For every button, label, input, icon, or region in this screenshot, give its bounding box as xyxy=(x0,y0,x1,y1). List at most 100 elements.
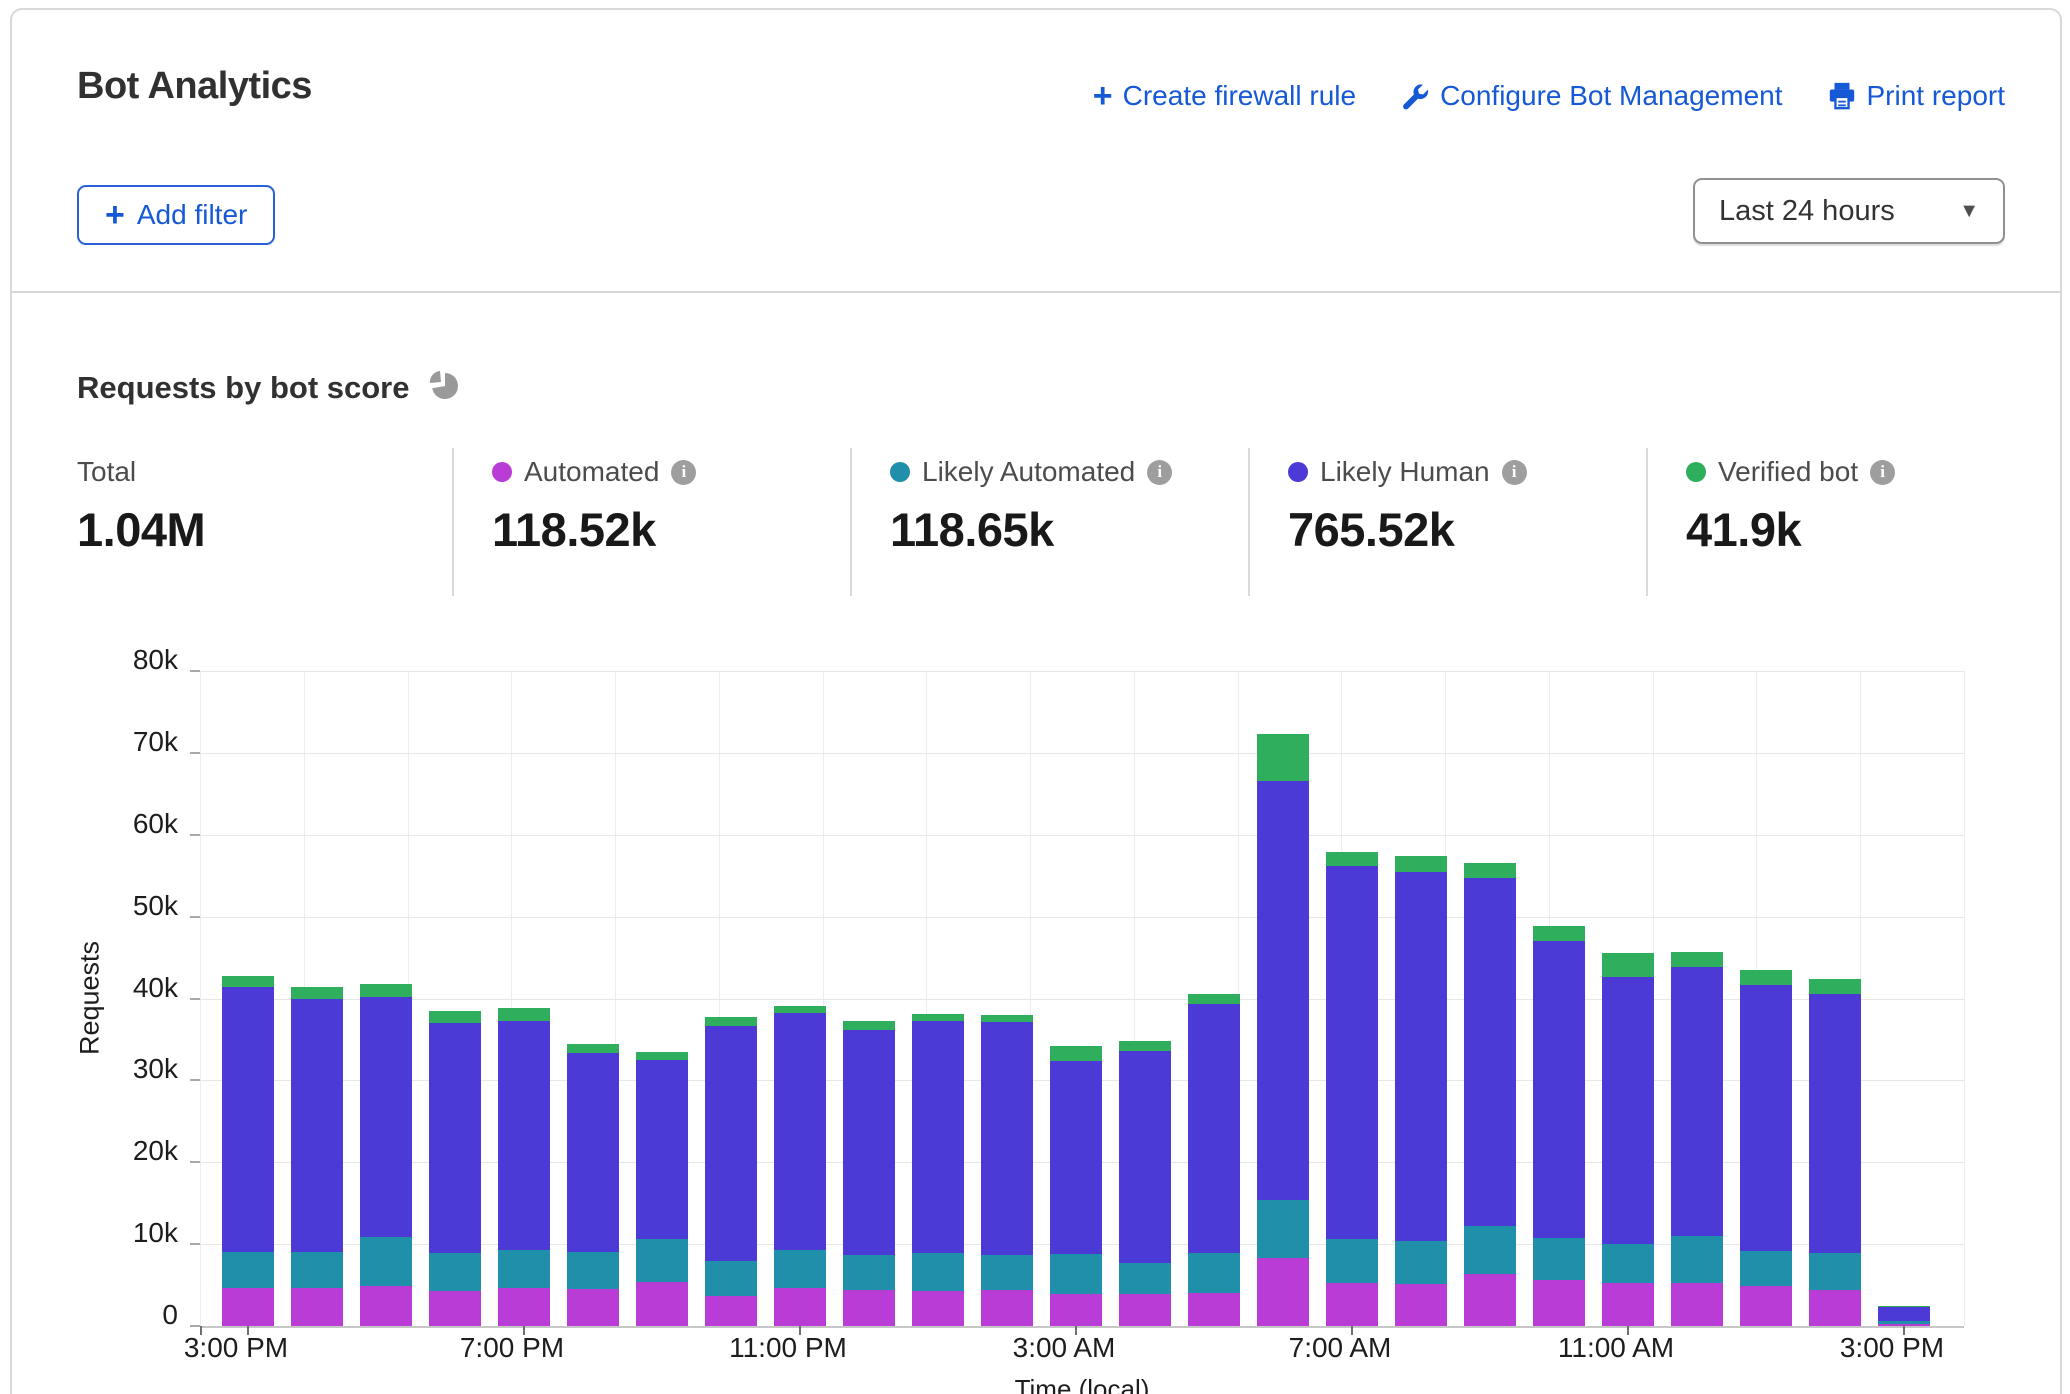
bar-segment-likely-automated[interactable] xyxy=(1050,1254,1102,1294)
bar-segment-likely-human[interactable] xyxy=(774,1013,826,1250)
bar-segment-verified-bot[interactable] xyxy=(1878,1306,1930,1308)
bar-segment-automated[interactable] xyxy=(429,1291,481,1326)
bar-segment-verified-bot[interactable] xyxy=(1326,852,1378,866)
bar-segment-likely-automated[interactable] xyxy=(1188,1253,1240,1293)
bar-segment-automated[interactable] xyxy=(843,1290,895,1326)
bar-segment-automated[interactable] xyxy=(912,1291,964,1326)
bar-segment-verified-bot[interactable] xyxy=(291,987,343,999)
bar-segment-likely-automated[interactable] xyxy=(429,1253,481,1291)
bar-segment-likely-automated[interactable] xyxy=(360,1237,412,1286)
bar-segment-automated[interactable] xyxy=(1188,1293,1240,1326)
bar-segment-likely-human[interactable] xyxy=(429,1023,481,1253)
info-icon[interactable]: i xyxy=(671,460,696,485)
bar-segment-verified-bot[interactable] xyxy=(567,1044,619,1053)
info-icon[interactable]: i xyxy=(1502,460,1527,485)
bar-segment-likely-automated[interactable] xyxy=(1257,1200,1309,1258)
bar-segment-likely-automated[interactable] xyxy=(567,1252,619,1289)
bar-segment-likely-human[interactable] xyxy=(1809,994,1861,1253)
bar-segment-verified-bot[interactable] xyxy=(1809,979,1861,995)
add-filter-button[interactable]: + Add filter xyxy=(77,185,275,245)
configure-bot-management-link[interactable]: Configure Bot Management xyxy=(1400,80,1782,112)
bar-segment-likely-automated[interactable] xyxy=(291,1252,343,1289)
bar-segment-likely-automated[interactable] xyxy=(1671,1236,1723,1283)
bar-segment-verified-bot[interactable] xyxy=(1119,1041,1171,1051)
bar-segment-likely-human[interactable] xyxy=(291,999,343,1251)
bar-segment-likely-human[interactable] xyxy=(360,997,412,1237)
bar-segment-likely-automated[interactable] xyxy=(981,1255,1033,1290)
bar-segment-likely-human[interactable] xyxy=(1533,941,1585,1238)
bar-segment-likely-human[interactable] xyxy=(1740,985,1792,1251)
bar-segment-automated[interactable] xyxy=(1326,1283,1378,1326)
bar-segment-automated[interactable] xyxy=(1050,1294,1102,1326)
bar-segment-verified-bot[interactable] xyxy=(429,1011,481,1023)
bar-segment-automated[interactable] xyxy=(1533,1280,1585,1326)
bar-segment-likely-automated[interactable] xyxy=(1464,1226,1516,1274)
bar-segment-likely-human[interactable] xyxy=(1671,967,1723,1236)
bar-segment-verified-bot[interactable] xyxy=(1671,952,1723,967)
bar-segment-likely-human[interactable] xyxy=(222,987,274,1251)
bar-segment-likely-human[interactable] xyxy=(1464,878,1516,1226)
create-firewall-rule-link[interactable]: + Create firewall rule xyxy=(1093,80,1356,112)
bar-segment-likely-human[interactable] xyxy=(567,1053,619,1252)
bar-segment-likely-automated[interactable] xyxy=(636,1239,688,1282)
bar-segment-verified-bot[interactable] xyxy=(1602,953,1654,977)
bar-segment-likely-human[interactable] xyxy=(636,1060,688,1239)
bar-segment-likely-automated[interactable] xyxy=(1878,1321,1930,1323)
bar-segment-verified-bot[interactable] xyxy=(1533,926,1585,942)
print-report-link[interactable]: Print report xyxy=(1827,80,2006,112)
bar-segment-verified-bot[interactable] xyxy=(705,1017,757,1027)
bar-segment-verified-bot[interactable] xyxy=(1464,863,1516,878)
bar-segment-likely-automated[interactable] xyxy=(1740,1251,1792,1286)
bar-segment-likely-human[interactable] xyxy=(981,1022,1033,1255)
bar-segment-verified-bot[interactable] xyxy=(498,1008,550,1021)
bar-segment-likely-automated[interactable] xyxy=(843,1255,895,1290)
bar-segment-verified-bot[interactable] xyxy=(1395,856,1447,872)
bar-segment-verified-bot[interactable] xyxy=(774,1006,826,1013)
bar-segment-likely-automated[interactable] xyxy=(705,1261,757,1295)
bar-segment-likely-automated[interactable] xyxy=(1119,1263,1171,1294)
bar-segment-automated[interactable] xyxy=(1395,1284,1447,1326)
info-icon[interactable]: i xyxy=(1147,460,1172,485)
bar-segment-likely-automated[interactable] xyxy=(774,1250,826,1288)
bar-segment-verified-bot[interactable] xyxy=(1740,970,1792,985)
bar-segment-likely-human[interactable] xyxy=(1602,977,1654,1244)
bar-segment-verified-bot[interactable] xyxy=(1188,994,1240,1005)
bar-segment-automated[interactable] xyxy=(222,1288,274,1326)
bar-segment-automated[interactable] xyxy=(1602,1283,1654,1326)
bar-segment-likely-automated[interactable] xyxy=(1809,1253,1861,1290)
bar-segment-automated[interactable] xyxy=(291,1288,343,1326)
bar-segment-automated[interactable] xyxy=(1740,1286,1792,1326)
bar-segment-automated[interactable] xyxy=(1464,1274,1516,1326)
bar-segment-verified-bot[interactable] xyxy=(912,1014,964,1021)
bar-segment-likely-automated[interactable] xyxy=(498,1250,550,1288)
bar-segment-likely-human[interactable] xyxy=(1119,1051,1171,1263)
bar-segment-verified-bot[interactable] xyxy=(1257,734,1309,781)
bar-segment-likely-automated[interactable] xyxy=(1602,1244,1654,1282)
bar-segment-automated[interactable] xyxy=(1809,1290,1861,1326)
bar-segment-likely-automated[interactable] xyxy=(1533,1238,1585,1280)
bar-segment-verified-bot[interactable] xyxy=(1050,1046,1102,1061)
bar-segment-automated[interactable] xyxy=(981,1290,1033,1326)
time-range-select[interactable]: Last 24 hours ▼ xyxy=(1693,178,2005,244)
bar-segment-automated[interactable] xyxy=(774,1288,826,1326)
bar-segment-automated[interactable] xyxy=(705,1296,757,1326)
bar-segment-likely-automated[interactable] xyxy=(1326,1239,1378,1283)
bar-segment-verified-bot[interactable] xyxy=(222,976,274,987)
bar-segment-likely-human[interactable] xyxy=(1878,1307,1930,1321)
info-icon[interactable]: i xyxy=(1870,460,1895,485)
bar-segment-likely-human[interactable] xyxy=(1257,781,1309,1200)
bar-segment-automated[interactable] xyxy=(360,1286,412,1326)
bar-segment-verified-bot[interactable] xyxy=(843,1021,895,1031)
bar-segment-automated[interactable] xyxy=(567,1289,619,1326)
bar-segment-likely-human[interactable] xyxy=(912,1021,964,1253)
bar-segment-likely-human[interactable] xyxy=(498,1021,550,1249)
bar-segment-likely-automated[interactable] xyxy=(1395,1241,1447,1284)
bar-segment-automated[interactable] xyxy=(1671,1283,1723,1326)
bar-segment-automated[interactable] xyxy=(1257,1258,1309,1326)
bar-segment-likely-human[interactable] xyxy=(705,1026,757,1261)
bar-segment-likely-human[interactable] xyxy=(1188,1004,1240,1253)
bar-segment-automated[interactable] xyxy=(636,1282,688,1326)
bar-segment-verified-bot[interactable] xyxy=(360,984,412,997)
bar-segment-verified-bot[interactable] xyxy=(636,1052,688,1060)
bar-segment-likely-human[interactable] xyxy=(1326,866,1378,1239)
